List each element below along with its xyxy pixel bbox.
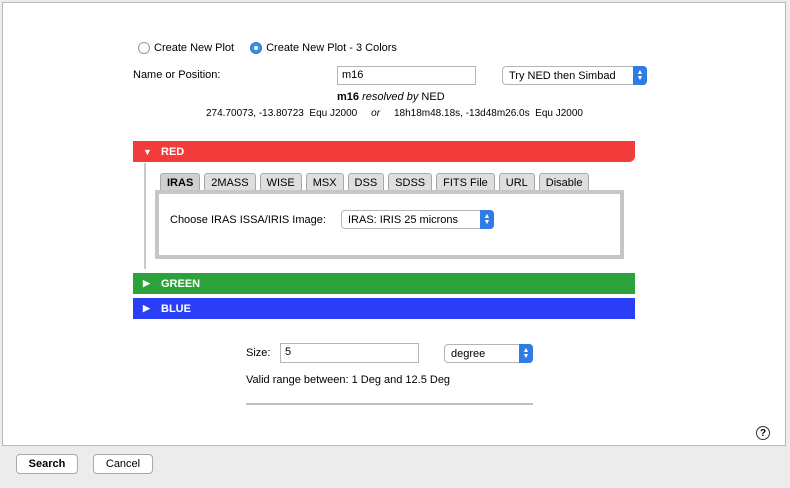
band-red-content-line [144,163,146,269]
resolved-service: NED [421,91,445,103]
plot-mode-group: Create New Plot Create New Plot - 3 Colo… [138,42,409,54]
band-red-header[interactable]: ▼ RED [133,141,635,162]
coordinates-line: 274.70073, -13.80723 Equ J2000 or 18h18m… [206,108,583,119]
coord-decimal: 274.70073, -13.80723 Equ J2000 [206,108,358,119]
resolved-line: m16 resolved by NED [337,91,445,103]
band-green-label: GREEN [161,277,201,290]
chevron-updown-icon: ▲ ▼ [519,344,533,363]
band-blue-header[interactable]: ▶ BLUE [133,298,635,319]
radio-create-new-plot[interactable] [138,42,150,54]
search-button[interactable]: Search [16,454,78,474]
coord-or: or [371,108,381,119]
resolver-select[interactable]: Try NED then Simbad ▲ ▼ [502,66,647,85]
resolved-by-text: resolved by [362,91,419,103]
position-input[interactable]: m16 [337,66,476,85]
band-blue-label: BLUE [161,302,191,315]
cancel-button[interactable]: Cancel [93,454,153,474]
band-red-label: RED [161,145,185,158]
size-input[interactable]: 5 [280,343,419,363]
triangle-down-icon: ▼ [143,146,152,157]
size-valid-range: Valid range between: 1 Deg and 12.5 Deg [246,374,451,386]
size-unit-select-value: degree [451,348,486,360]
size-label: Size: [246,347,271,359]
triangle-right-icon: ▶ [143,303,150,313]
dialog-window: Create New Plot Create New Plot - 3 Colo… [0,0,790,488]
band-green-header[interactable]: ▶ GREEN [133,273,635,294]
iras-image-select[interactable]: IRAS: IRIS 25 microns ▲ ▼ [341,210,494,229]
radio-create-new-plot-3-colors[interactable] [250,42,263,54]
position-label: Name or Position: [133,69,221,81]
chevron-updown-icon: ▲ ▼ [480,210,494,229]
radio-create-new-plot-3-colors-label[interactable]: Create New Plot - 3 Colors [266,42,397,54]
resolved-name: m16 [337,91,360,103]
coord-sexagesimal: 18h18m48.18s, -13d48m26.0s Equ J2000 [393,108,583,119]
triangle-right-icon: ▶ [143,278,150,288]
iras-image-select-value: IRAS: IRIS 25 microns [348,214,459,226]
resolver-select-value: Try NED then Simbad [509,70,616,82]
help-icon[interactable]: ? [756,426,770,440]
chevron-updown-icon: ▲ ▼ [633,66,647,85]
size-unit-select[interactable]: degree ▲ ▼ [444,344,533,363]
iras-image-label: Choose IRAS ISSA/IRIS Image: [170,214,326,226]
radio-create-new-plot-label[interactable]: Create New Plot [154,42,234,54]
divider [246,403,533,405]
